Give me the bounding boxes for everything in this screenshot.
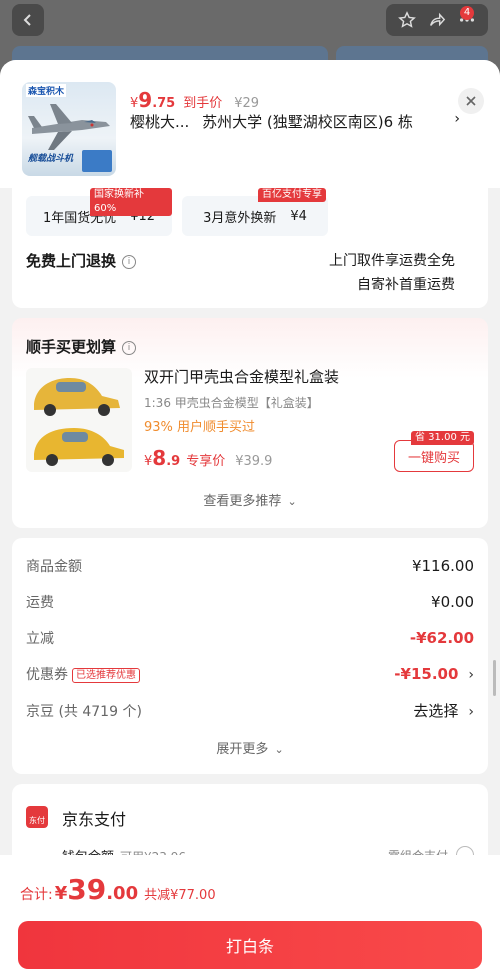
thumb-caption: 舰载战斗机	[28, 154, 74, 164]
jd-pay-icon: 东付	[26, 806, 48, 828]
product-thumbnail[interactable]: 森宝积木 舰载战斗机	[22, 82, 116, 176]
service-tag: 百亿支付专享	[258, 188, 326, 202]
product-price: ¥9.75 到手价 ¥29	[130, 88, 259, 112]
expand-more-label: 展开更多	[216, 742, 269, 757]
add-on-card: 顺手买更划算 i 双开门甲壳虫合金模型礼盒装 1:36 甲壳虫合金模型【礼盒装】 …	[12, 318, 488, 528]
top-actions: 4	[386, 4, 488, 36]
summary-label: 立减	[26, 631, 54, 647]
address-text: 苏州大学 (独墅湖校区南区)6 栋	[202, 113, 413, 131]
checkout-sheet: 森宝积木 舰载战斗机 ¥9.75 到手价 ¥29 樱桃大... 苏州大学 (独墅…	[0, 60, 500, 976]
original-price: ¥29	[234, 96, 260, 111]
chevron-right-icon: ›	[454, 111, 460, 127]
close-icon	[466, 96, 476, 106]
beetle-car-image	[34, 378, 124, 466]
chevron-down-icon: ⌄	[274, 743, 284, 756]
total-label: 合计:	[20, 887, 53, 903]
service-label: 3月意外换新	[203, 210, 277, 226]
add-on-title: 顺手买更划算 i	[26, 336, 137, 357]
summary-row-goods: 商品金额 ¥116.00	[26, 556, 474, 576]
summary-label: 京豆 (共 4719 个)	[26, 703, 142, 720]
price-integer: 9	[138, 88, 153, 112]
service-option[interactable]: 百亿支付专享 3月意外换新 ¥4	[182, 188, 328, 236]
chevron-right-icon: ›	[468, 704, 474, 720]
coupon-tag: 已选推荐优惠	[72, 667, 140, 683]
summary-value: -¥15.00	[394, 665, 459, 683]
free-return-line1: 上门取件享运费全免	[329, 253, 455, 269]
star-icon[interactable]	[398, 11, 416, 29]
price-decimal: .75	[152, 96, 176, 111]
more-recommendations-label: 查看更多推荐	[203, 494, 282, 509]
service-option[interactable]: 国家换新补 60% 1年国货无忧 ¥12	[26, 188, 172, 236]
chevron-down-icon: ⌄	[287, 495, 297, 508]
address-selector[interactable]: 樱桃大... 苏州大学 (独墅湖校区南区)6 栋 ›	[130, 111, 460, 132]
message-badge: 4	[460, 6, 474, 20]
service-card: 国家换新补 60% 1年国货无忧 ¥12 百亿支付专享 3月意外换新 ¥4 免费…	[12, 168, 488, 308]
free-return-title: 免费上门退换 i	[26, 250, 137, 271]
price-integer: 8	[152, 446, 167, 470]
payment-title: 京东支付	[62, 810, 127, 829]
share-icon[interactable]	[428, 11, 446, 29]
service-price: ¥4	[290, 208, 307, 224]
close-button[interactable]	[458, 88, 484, 114]
checkout-bar: 合计: ¥ 39 .00 共减¥77.00 打白条	[0, 855, 500, 976]
price-decimal: .9	[166, 454, 181, 469]
add-on-rate: 93% 用户顺手买过	[144, 420, 256, 435]
free-return-line2: 自寄补首重运费	[357, 277, 455, 293]
total-amount: 合计: ¥ 39 .00 共减¥77.00	[20, 873, 216, 906]
summary-value: 去选择	[413, 702, 459, 720]
total-savings: 共减¥77.00	[144, 888, 216, 903]
summary-row-coupon[interactable]: 优惠券 已选推荐优惠 -¥15.00 ›	[26, 664, 474, 684]
add-on-title-label: 顺手买更划算	[26, 338, 117, 356]
summary-label: 运费	[26, 595, 54, 611]
price-label: 到手价	[183, 96, 223, 111]
scrollbar[interactable]	[493, 660, 496, 696]
add-on-price: ¥8.9 专享价 ¥39.9	[144, 446, 272, 470]
summary-value: -¥62.00	[409, 629, 474, 647]
free-return-label: 免费上门退换	[26, 252, 117, 270]
summary-label: 商品金额	[26, 559, 82, 575]
add-on-image[interactable]	[26, 368, 132, 472]
total-integer: 39	[67, 873, 107, 906]
pay-button[interactable]: 打白条	[18, 921, 482, 969]
total-decimal: .00	[106, 883, 139, 904]
summary-label: 优惠券	[26, 667, 68, 683]
original-price: ¥39.9	[235, 454, 273, 469]
chevron-left-icon	[23, 14, 31, 26]
summary-row-shipping: 运费 ¥0.00	[26, 592, 474, 612]
currency-symbol: ¥	[54, 883, 68, 904]
box-image	[82, 150, 112, 172]
info-icon[interactable]: i	[122, 254, 137, 269]
price-label: 专享价	[186, 454, 226, 469]
save-badge: 省 31.00 元	[411, 431, 474, 445]
service-tag: 国家换新补 60%	[90, 188, 172, 216]
add-on-spec: 1:36 甲壳虫合金模型【礼盒装】	[144, 396, 319, 410]
chevron-right-icon: ›	[468, 667, 474, 683]
back-button[interactable]	[12, 4, 44, 36]
summary-value: ¥0.00	[431, 593, 474, 611]
summary-row-discount: 立减 -¥62.00	[26, 628, 474, 648]
info-icon[interactable]: i	[122, 340, 137, 355]
expand-more[interactable]: 展开更多 ⌄	[12, 738, 488, 757]
product-header: 森宝积木 舰载战斗机 ¥9.75 到手价 ¥29 樱桃大... 苏州大学 (独墅…	[0, 60, 500, 188]
add-on-name[interactable]: 双开门甲壳虫合金模型礼盒装	[144, 366, 339, 387]
product-title: 樱桃大...	[130, 113, 190, 131]
more-recommendations[interactable]: 查看更多推荐 ⌄	[12, 490, 488, 509]
order-summary-card: 商品金额 ¥116.00 运费 ¥0.00 立减 -¥62.00 优惠券 已选推荐…	[12, 538, 488, 774]
summary-value: ¥116.00	[411, 557, 474, 575]
summary-row-jingdou[interactable]: 京豆 (共 4719 个) 去选择 ›	[26, 700, 474, 721]
jet-image	[28, 104, 110, 150]
